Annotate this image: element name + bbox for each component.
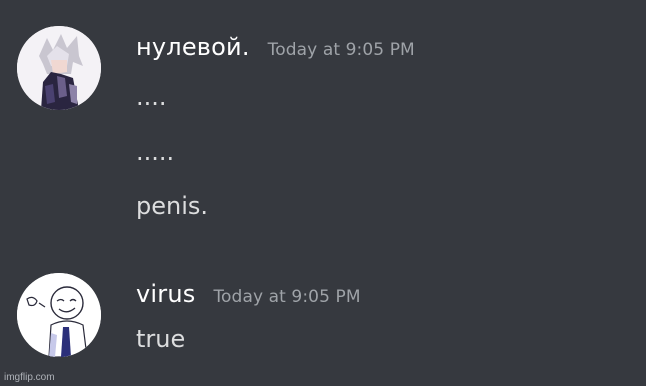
- anime-character-avatar-icon: [17, 26, 101, 110]
- avatar[interactable]: [17, 273, 101, 357]
- username[interactable]: virus: [136, 280, 195, 308]
- username[interactable]: нулевой.: [136, 33, 250, 61]
- message-text: penis.: [136, 192, 209, 220]
- message-text: .....: [136, 138, 175, 166]
- watermark: imgflip.com: [4, 372, 55, 383]
- timestamp[interactable]: Today at 9:05 PM: [213, 287, 360, 307]
- message-header: virus Today at 9:05 PM: [136, 280, 361, 308]
- avatar[interactable]: [17, 26, 101, 110]
- timestamp[interactable]: Today at 9:05 PM: [268, 40, 415, 60]
- sketch-character-avatar-icon: [17, 273, 101, 357]
- message-header: нулевой. Today at 9:05 PM: [136, 33, 415, 61]
- message-text: true: [136, 325, 186, 353]
- message-text: ....: [136, 83, 167, 111]
